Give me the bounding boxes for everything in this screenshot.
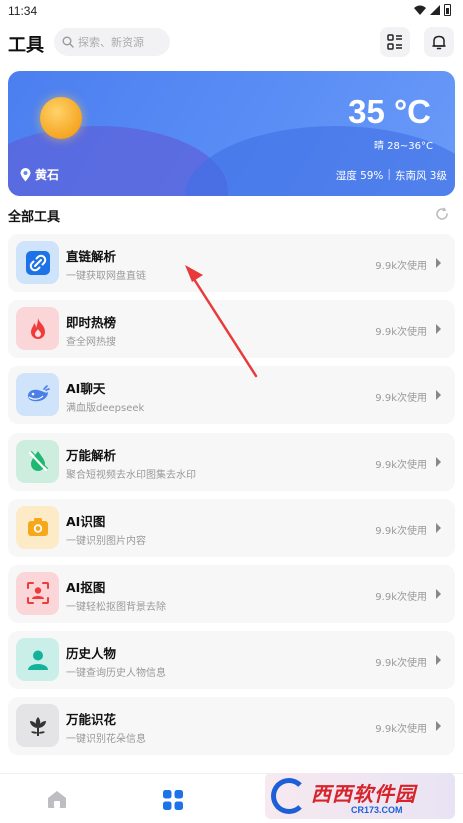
face-scan-icon bbox=[26, 582, 49, 605]
flame-icon bbox=[30, 317, 45, 339]
sun-icon bbox=[40, 97, 82, 139]
tool-description: 满血版deepseek bbox=[66, 403, 145, 415]
search-input[interactable] bbox=[78, 35, 158, 49]
play-arrow-icon bbox=[436, 324, 441, 335]
play-arrow-icon bbox=[436, 655, 441, 666]
notification-button[interactable] bbox=[424, 27, 454, 57]
watermark-logo-icon bbox=[271, 778, 307, 814]
signal-icon bbox=[430, 5, 440, 15]
tool-name: 万能识花 bbox=[66, 712, 117, 728]
drop-icon bbox=[28, 451, 48, 472]
tool-description: 一键识别花朵信息 bbox=[66, 734, 146, 746]
home-icon bbox=[48, 791, 66, 808]
tool-name: AI抠图 bbox=[66, 579, 106, 595]
watermark: 西西软件园 CR173.COM bbox=[265, 773, 455, 819]
section-title: 全部工具 bbox=[8, 210, 61, 225]
top-header: 工具 bbox=[0, 26, 463, 60]
tool-name: 历史人物 bbox=[66, 646, 117, 662]
weather-condition-range: 晴 28~36°C bbox=[374, 141, 433, 152]
humidity-label: 湿度 59% bbox=[335, 170, 384, 182]
weather-card[interactable]: 35 °C 晴 28~36°C 黄石 湿度 59% | 东南风 3级 bbox=[8, 71, 455, 196]
tool-icon-tile bbox=[16, 439, 59, 483]
play-arrow-icon bbox=[436, 522, 441, 533]
tool-item[interactable]: AI抠图 一键轻松抠图背景去除 9.9k次使用 bbox=[8, 564, 455, 623]
tool-icon-tile bbox=[16, 241, 59, 284]
weather-extra-info: 湿度 59% | 东南风 3级 bbox=[336, 168, 447, 183]
refresh-icon[interactable] bbox=[435, 207, 449, 221]
camera-icon bbox=[27, 518, 48, 537]
tool-usage-count: 9.9k次使用 bbox=[375, 261, 427, 272]
tool-usage-count: 9.9k次使用 bbox=[375, 459, 427, 471]
tool-name: 万能解析 bbox=[66, 447, 117, 463]
divider: | bbox=[387, 168, 391, 180]
nav-tools[interactable] bbox=[162, 789, 184, 815]
play-arrow-icon bbox=[436, 258, 441, 268]
tool-usage-count: 9.9k次使用 bbox=[375, 724, 427, 736]
bell-icon bbox=[432, 35, 446, 50]
tool-item[interactable]: 万能解析 聚合短视频去水印图集去水印 9.9k次使用 bbox=[8, 432, 455, 491]
search-bar[interactable] bbox=[54, 28, 170, 56]
page-title: 工具 bbox=[8, 35, 44, 56]
tool-description: 一键识别图片内容 bbox=[66, 535, 146, 547]
play-arrow-icon bbox=[436, 721, 441, 732]
tool-item[interactable]: AI聊天 满血版deepseek 9.9k次使用 bbox=[8, 366, 455, 425]
tool-icon-tile bbox=[16, 307, 59, 351]
location-label: 黄石 bbox=[35, 168, 60, 182]
tool-usage-count: 9.9k次使用 bbox=[375, 591, 427, 603]
link-icon bbox=[25, 250, 50, 275]
tool-list: 直链解析 一键获取网盘直链 9.9k次使用 即时热榜 查全网热搜 9.9k次使用… bbox=[8, 234, 455, 764]
weather-temperature: 35 °C bbox=[348, 93, 431, 130]
tool-usage-count: 9.9k次使用 bbox=[375, 525, 427, 537]
play-arrow-icon bbox=[436, 588, 441, 599]
tool-icon-tile bbox=[16, 571, 59, 615]
apps-grid-icon bbox=[163, 790, 183, 810]
list-view-button[interactable] bbox=[380, 27, 410, 57]
person-icon bbox=[27, 650, 48, 670]
tool-item[interactable]: 直链解析 一键获取网盘直链 9.9k次使用 bbox=[8, 234, 455, 292]
play-arrow-icon bbox=[436, 456, 441, 467]
wifi-icon bbox=[414, 5, 426, 15]
battery-icon bbox=[444, 4, 451, 16]
nav-home[interactable] bbox=[46, 789, 68, 813]
flower-icon bbox=[29, 716, 46, 736]
location-pin-icon bbox=[20, 167, 31, 181]
status-time: 11:34 bbox=[8, 4, 38, 18]
tool-description: 一键查询历史人物信息 bbox=[66, 668, 166, 680]
tool-icon-tile bbox=[16, 373, 59, 417]
tool-description: 查全网热搜 bbox=[66, 337, 116, 349]
watermark-brand: 西西软件园 bbox=[311, 781, 416, 806]
tool-item[interactable]: 历史人物 一键查询历史人物信息 9.9k次使用 bbox=[8, 631, 455, 690]
system-icons bbox=[414, 4, 451, 16]
wind-label: 东南风 3级 bbox=[394, 170, 447, 182]
list-grid-icon bbox=[387, 34, 402, 50]
tool-item[interactable]: AI识图 一键识别图片内容 9.9k次使用 bbox=[8, 498, 455, 557]
search-icon bbox=[62, 36, 74, 48]
tool-description: 聚合短视频去水印图集去水印 bbox=[66, 469, 196, 481]
tool-item[interactable]: 万能识花 一键识别花朵信息 9.9k次使用 bbox=[8, 697, 455, 756]
whale-icon bbox=[27, 385, 50, 402]
tool-name: 直链解析 bbox=[66, 249, 117, 264]
tool-description: 一键获取网盘直链 bbox=[66, 271, 146, 282]
tool-usage-count: 9.9k次使用 bbox=[375, 658, 427, 670]
watermark-domain: CR173.COM bbox=[351, 804, 403, 815]
tool-description: 一键轻松抠图背景去除 bbox=[66, 601, 166, 613]
tool-name: AI聊天 bbox=[66, 381, 106, 397]
tool-name: 即时热榜 bbox=[66, 315, 117, 331]
tool-name: AI识图 bbox=[66, 513, 106, 529]
tool-icon-tile bbox=[16, 638, 59, 682]
tool-usage-count: 9.9k次使用 bbox=[375, 327, 427, 339]
tool-icon-tile bbox=[16, 704, 59, 748]
play-arrow-icon bbox=[436, 390, 441, 401]
weather-location: 黄石 bbox=[20, 166, 59, 183]
status-bar: 11:34 bbox=[0, 0, 463, 22]
tool-item[interactable]: 即时热榜 查全网热搜 9.9k次使用 bbox=[8, 300, 455, 359]
tool-usage-count: 9.9k次使用 bbox=[375, 393, 427, 405]
tool-icon-tile bbox=[16, 505, 59, 549]
